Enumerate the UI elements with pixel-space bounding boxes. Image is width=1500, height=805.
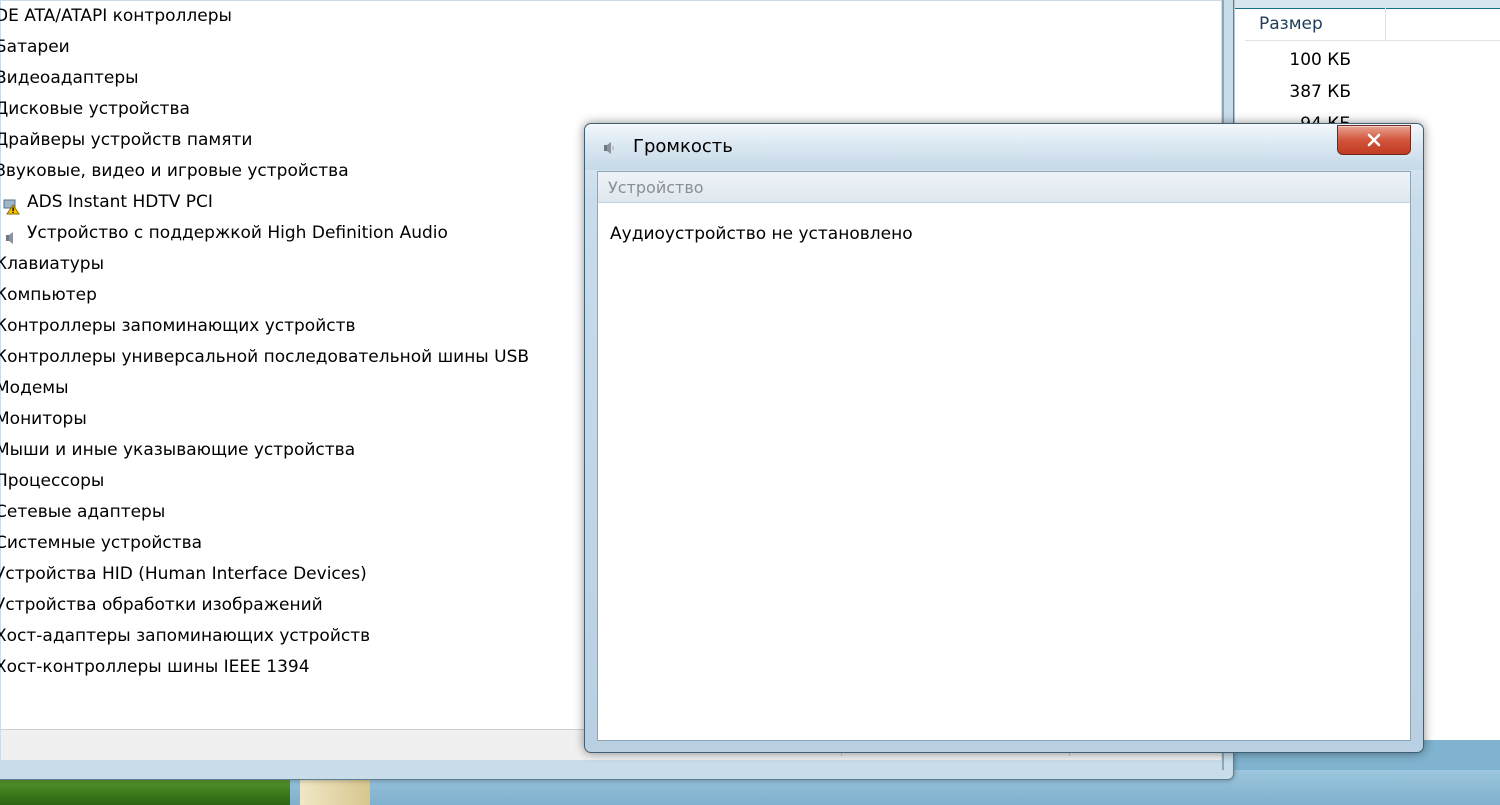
tree-item-label: Драйверы устройств памяти — [0, 130, 253, 150]
tree-item-label: Мониторы — [0, 409, 87, 429]
tree-item-label: Контроллеры универсальной последовательн… — [0, 347, 530, 367]
tree-category-item[interactable]: Хост-контроллеры шины IEEE 1394 — [0, 652, 635, 683]
device-tree: DE ATA/ATAPI контроллеры Батареи Видеоадап… — [0, 1, 641, 683]
tree-item-label: Клавиатуры — [0, 254, 105, 274]
tree-category-item[interactable]: Устройства HID (Human Interface Devices) — [0, 559, 635, 590]
tree-device-item[interactable]: ADS Instant HDTV PCI — [1, 187, 641, 218]
tree-category-item[interactable]: Модемы — [0, 373, 635, 404]
dialog-title: Громкость — [633, 136, 733, 157]
dialog-content: Устройство Аудиоустройство не установлен… — [597, 171, 1411, 741]
speaker-icon — [601, 140, 617, 156]
tree-category-item[interactable]: Батареи — [0, 32, 635, 63]
no-audio-device-message: Аудиоустройство не установлено — [610, 224, 913, 244]
tree-category-item[interactable]: Процессоры — [0, 466, 635, 497]
tree-category-item[interactable]: Устройства обработки изображений — [0, 590, 635, 621]
tree-item-label: Хост-контроллеры шины IEEE 1394 — [0, 657, 310, 677]
size-column-label: Размер — [1259, 14, 1323, 34]
tree-category-item[interactable]: Видеоадаптеры — [0, 63, 635, 94]
tree-category-item[interactable]: Сетевые адаптеры — [0, 497, 635, 528]
tree-category-item[interactable]: DE ATA/ATAPI контроллеры — [0, 1, 635, 32]
tree-category-item[interactable]: Дисковые устройства — [0, 94, 635, 125]
tree-item-label: Устройства HID (Human Interface Devices) — [0, 564, 367, 584]
tree-category-item[interactable]: Хост-адаптеры запоминающих устройств — [0, 621, 635, 652]
tree-category-item[interactable]: Клавиатуры — [0, 249, 635, 280]
tree-item-label: Устройства обработки изображений — [0, 595, 323, 615]
dialog-titlebar[interactable]: Громкость — [585, 124, 1423, 170]
device-section-header: Устройство — [598, 172, 1410, 203]
tree-category-item[interactable]: Звуковые, видео и игровые устройства — [0, 156, 635, 187]
tree-item-label: Батареи — [0, 37, 70, 57]
tree-category-item[interactable]: Мыши и иные указывающие устройства — [0, 435, 635, 466]
tree-item-label: DE ATA/ATAPI контроллеры — [0, 6, 232, 26]
close-button[interactable] — [1337, 125, 1411, 155]
tree-category-item[interactable]: Мониторы — [0, 404, 635, 435]
tree-item-label: Системные устройства — [0, 533, 203, 553]
column-divider[interactable] — [1385, 8, 1386, 40]
tree-device-item[interactable]: Устройство с поддержкой High Definition … — [1, 218, 641, 249]
device-section-label: Устройство — [608, 178, 704, 197]
tree-item-label: Устройство с поддержкой High Definition … — [27, 223, 448, 243]
tree-item-label: Звуковые, видео и игровые устройства — [0, 161, 349, 181]
tree-item-label: Контроллеры запоминающих устройств — [0, 316, 356, 336]
tree-item-label: Компьютер — [0, 285, 97, 305]
tree-category-item[interactable]: Системные устройства — [0, 528, 635, 559]
file-size-cell[interactable]: 387 КБ — [1289, 82, 1351, 102]
tree-item-label: Мыши и иные указывающие устройства — [0, 440, 356, 460]
size-column-header[interactable]: Размер — [1245, 8, 1500, 41]
tree-category-item[interactable]: Контроллеры универсальной последовательн… — [0, 342, 635, 373]
tree-category-item[interactable]: Контроллеры запоминающих устройств — [0, 311, 635, 342]
tree-item-label: Процессоры — [0, 471, 105, 491]
tree-item-label: Дисковые устройства — [0, 99, 190, 119]
tree-item-label: Хост-адаптеры запоминающих устройств — [0, 626, 371, 646]
tree-category-item[interactable]: Драйверы устройств памяти — [0, 125, 635, 156]
tree-item-label: Модемы — [0, 378, 69, 398]
warning-device-icon — [3, 195, 20, 215]
taskbar-fragment — [300, 776, 370, 805]
close-icon — [1367, 133, 1381, 147]
file-size-cell[interactable]: 100 КБ — [1289, 50, 1351, 70]
tree-item-label: Сетевые адаптеры — [0, 502, 166, 522]
speaker-icon — [3, 226, 19, 244]
tree-category-item[interactable]: Компьютер — [0, 280, 635, 311]
volume-dialog: Громкость Устройство Аудиоустройство не … — [584, 123, 1424, 753]
tree-item-label: ADS Instant HDTV PCI — [27, 192, 213, 212]
tree-item-label: Видеоадаптеры — [0, 68, 139, 88]
